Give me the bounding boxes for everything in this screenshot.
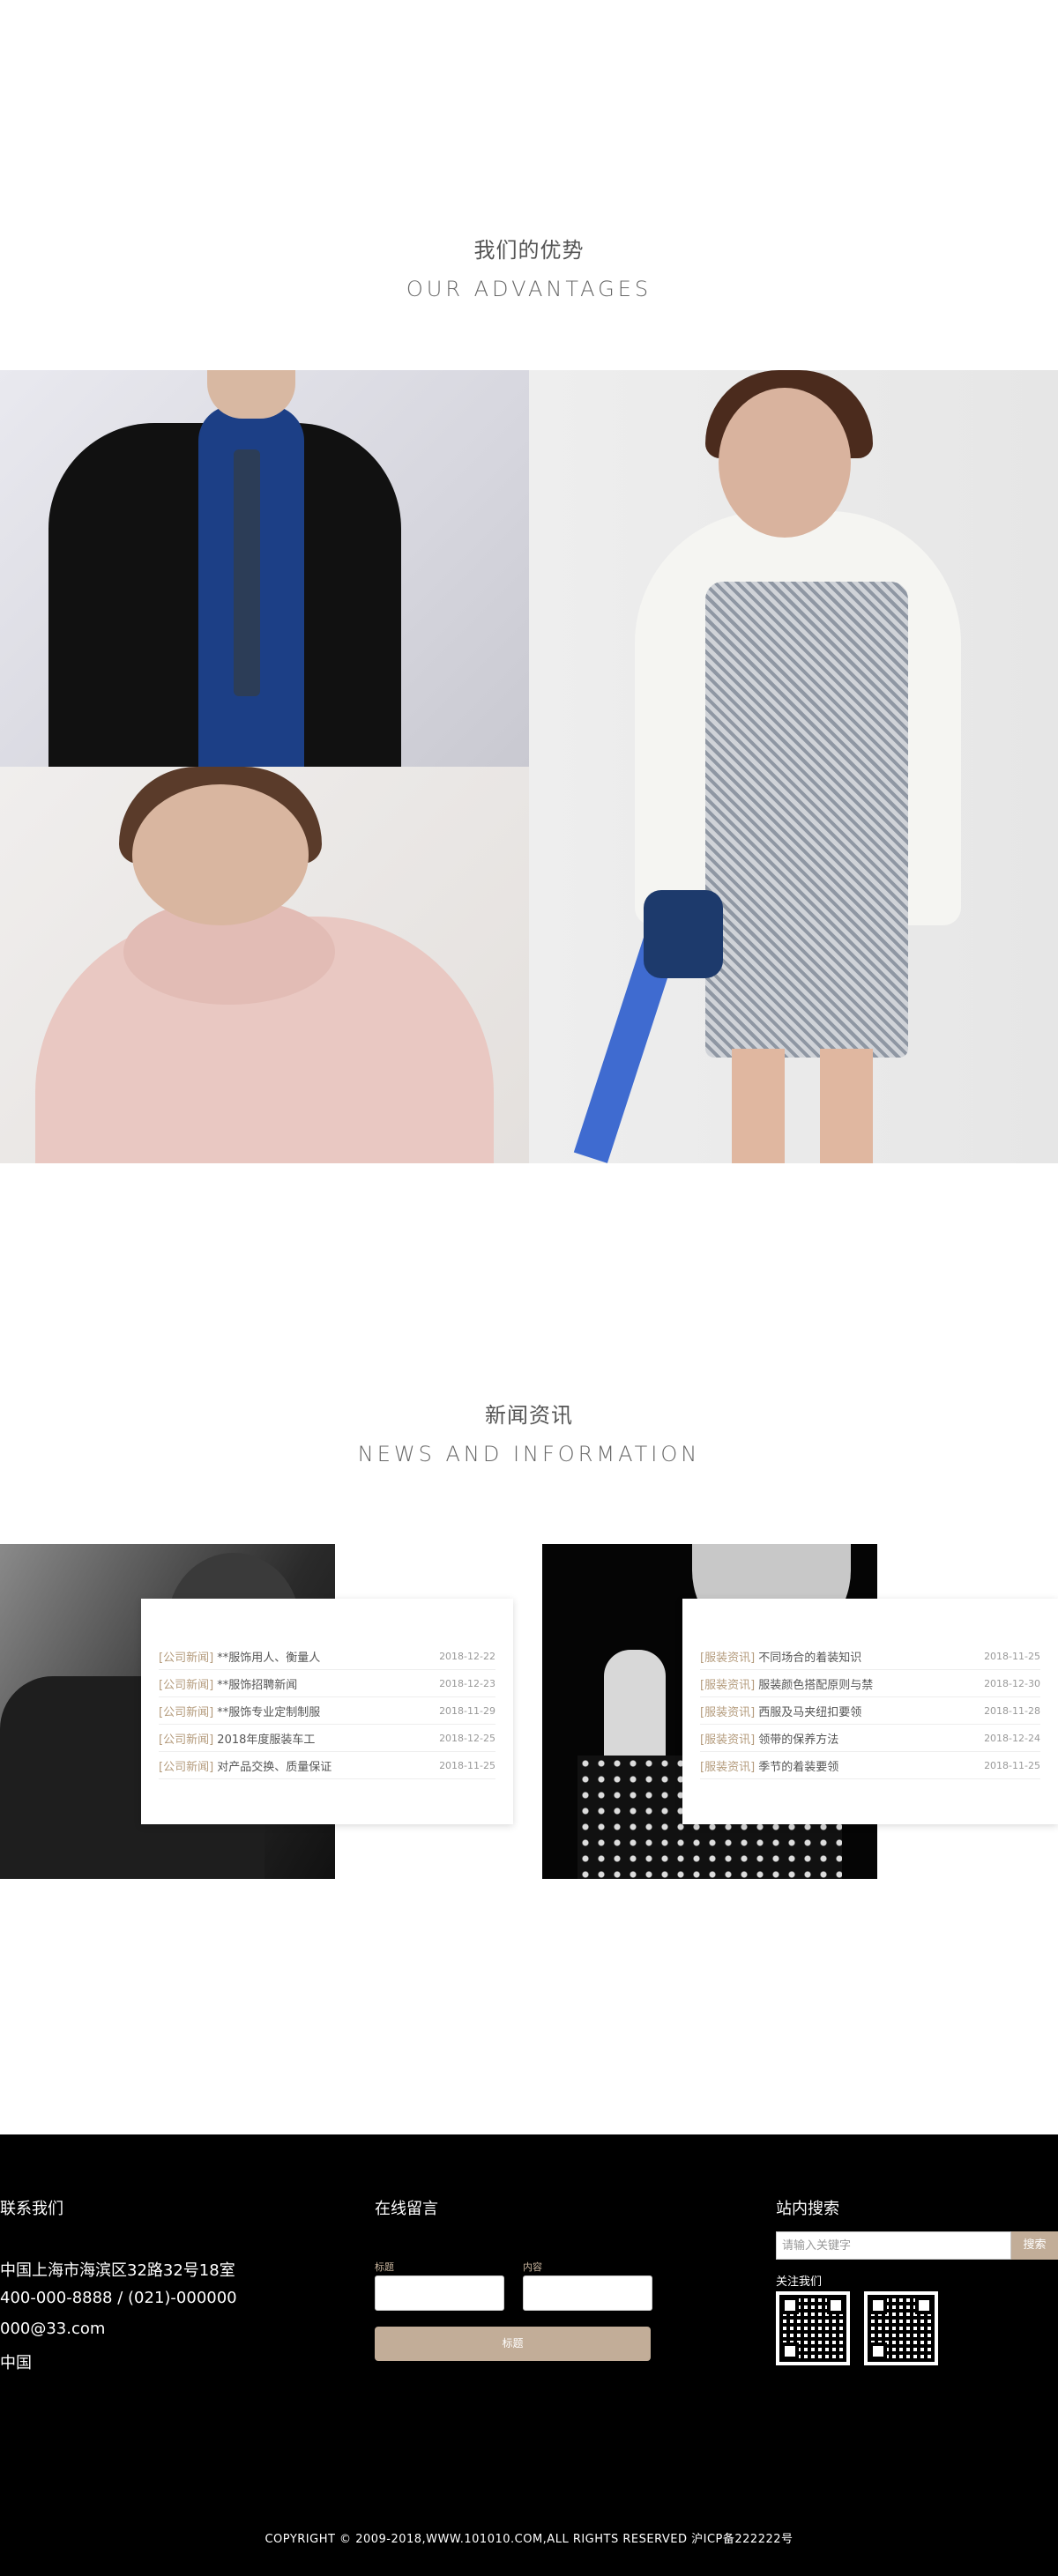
advantage-image-sweater [0, 767, 529, 1163]
news-category: [公司新闻] [159, 1760, 214, 1774]
advantages-title-cn: 我们的优势 [473, 238, 585, 263]
news-item[interactable]: [公司新闻] **服饰招聘新闻 2018-12-23 [159, 1670, 495, 1697]
news-category: [公司新闻] [159, 1733, 214, 1747]
qr-code-icon [864, 2291, 938, 2365]
message-content-input[interactable] [523, 2275, 652, 2311]
news-list-fashion: [服装资讯] 不同场合的着装知识 2018-11-25 [服装资讯] 服装颜色搭配… [700, 1643, 1040, 1779]
news-date: 2018-11-29 [439, 1704, 495, 1717]
news-category: [服装资讯] [700, 1705, 756, 1719]
news-category: [公司新闻] [159, 1651, 214, 1665]
news-title[interactable]: 服装颜色搭配原则与禁 [758, 1679, 873, 1692]
news-list-company: [公司新闻] **服饰用人、衡量人 2018-12-22 [公司新闻] **服饰招… [159, 1643, 495, 1779]
qr-code-icon [776, 2291, 850, 2365]
news-date: 2018-12-24 [984, 1732, 1040, 1744]
news-title[interactable]: 季节的着装要领 [758, 1761, 838, 1774]
news-item[interactable]: [公司新闻] **服饰用人、衡量人 2018-12-22 [159, 1643, 495, 1670]
news-date: 2018-12-22 [439, 1650, 495, 1662]
advantage-image-suit [0, 370, 529, 767]
news-date: 2018-11-25 [984, 1759, 1040, 1771]
search-button[interactable]: 搜索 [1011, 2231, 1058, 2260]
news-title[interactable]: **服饰专业定制制服 [217, 1706, 320, 1719]
advantages-title-en: OUR ADVANTAGES [406, 277, 652, 301]
news-date: 2018-11-25 [439, 1759, 495, 1771]
follow-label: 关注我们 [776, 2275, 823, 2289]
news-item[interactable]: [服装资讯] 领带的保养方法 2018-12-24 [700, 1725, 1040, 1752]
search-title: 站内搜索 [776, 2200, 839, 2218]
message-label-content: 内容 [523, 2261, 542, 2273]
news-date: 2018-11-28 [984, 1704, 1040, 1717]
news-date: 2018-12-30 [984, 1677, 1040, 1689]
news-category: [服装资讯] [700, 1678, 756, 1692]
news-item[interactable]: [公司新闻] 对产品交换、质量保证 2018-11-25 [159, 1752, 495, 1779]
message-label-title: 标题 [375, 2261, 394, 2273]
news-item[interactable]: [服装资讯] 季节的着装要领 2018-11-25 [700, 1752, 1040, 1779]
news-category: [服装资讯] [700, 1651, 756, 1665]
news-category: [公司新闻] [159, 1705, 214, 1719]
news-title[interactable]: 对产品交换、质量保证 [217, 1761, 332, 1774]
contact-address: 中国上海市海滨区32路32号18室 [0, 2261, 235, 2280]
advantage-image-dress [529, 370, 1058, 1163]
contact-email: 000@33.com [0, 2320, 106, 2338]
message-title-input[interactable] [375, 2275, 504, 2311]
contact-title: 联系我们 [0, 2200, 63, 2218]
message-title: 在线留言 [375, 2200, 438, 2218]
news-item[interactable]: [服装资讯] 不同场合的着装知识 2018-11-25 [700, 1643, 1040, 1670]
copyright: COPYRIGHT © 2009-2018,WWW.101010.COM,ALL… [264, 2533, 794, 2546]
news-date: 2018-12-25 [439, 1732, 495, 1744]
news-title[interactable]: **服饰招聘新闻 [217, 1679, 297, 1692]
news-item[interactable]: [服装资讯] 西服及马夹纽扣要领 2018-11-28 [700, 1697, 1040, 1725]
news-title[interactable]: **服饰用人、衡量人 [217, 1652, 320, 1665]
news-category: [公司新闻] [159, 1678, 214, 1692]
news-title[interactable]: 领带的保养方法 [758, 1733, 838, 1747]
contact-country: 中国 [0, 2354, 32, 2372]
message-submit-button[interactable]: 标题 [375, 2327, 651, 2361]
news-title[interactable]: 2018年度服装车工 [217, 1733, 315, 1747]
news-date: 2018-12-23 [439, 1677, 495, 1689]
news-category: [服装资讯] [700, 1733, 756, 1747]
search-input[interactable]: 请输入关键字 [776, 2231, 1011, 2260]
news-category: [服装资讯] [700, 1760, 756, 1774]
news-card-fashion: [服装资讯] 不同场合的着装知识 2018-11-25 [服装资讯] 服装颜色搭配… [682, 1599, 1058, 1824]
news-date: 2018-11-25 [984, 1650, 1040, 1662]
news-item[interactable]: [公司新闻] **服饰专业定制制服 2018-11-29 [159, 1697, 495, 1725]
news-title[interactable]: 西服及马夹纽扣要领 [758, 1706, 861, 1719]
news-card-company: [公司新闻] **服饰用人、衡量人 2018-12-22 [公司新闻] **服饰招… [141, 1599, 513, 1824]
contact-phone: 400-000-8888 / (021)-000000 [0, 2289, 237, 2307]
news-title[interactable]: 不同场合的着装知识 [758, 1652, 861, 1665]
news-title-cn: 新闻资讯 [485, 1403, 573, 1428]
news-item[interactable]: [公司新闻] 2018年度服装车工 2018-12-25 [159, 1725, 495, 1752]
footer: 联系我们 中国上海市海滨区32路32号18室 400-000-8888 / (0… [0, 2134, 1058, 2576]
news-title-en: NEWS AND INFORMATION [357, 1442, 701, 1466]
news-item[interactable]: [服装资讯] 服装颜色搭配原则与禁 2018-12-30 [700, 1670, 1040, 1697]
